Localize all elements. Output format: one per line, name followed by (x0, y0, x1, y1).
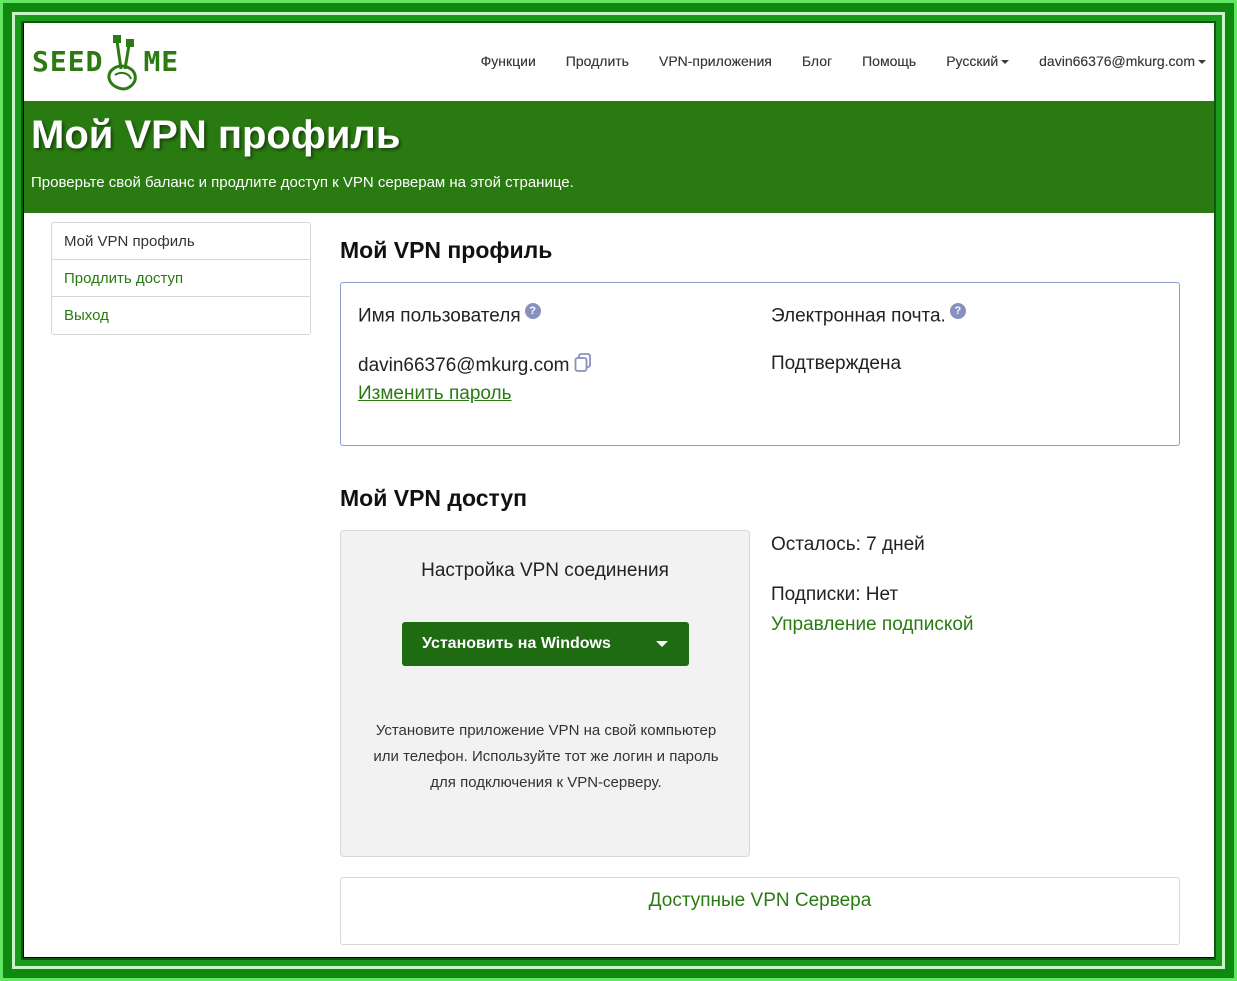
nav-item-features[interactable]: Функции (466, 53, 551, 69)
email-label-row: Электронная почта.? (771, 303, 966, 327)
page: SEED ME Функции Продлить VPN-приложения … (24, 23, 1214, 957)
setup-title: Настройка VPN соединения (421, 560, 669, 581)
sidebar-item-profile[interactable]: Мой VPN профиль (52, 223, 310, 260)
help-icon[interactable]: ? (949, 303, 966, 319)
subscriptions-status: Подписки: Нет (771, 584, 899, 605)
username-value: davin66376@mkurg.com (358, 355, 570, 376)
account-label: davin66376@mkurg.com (1039, 53, 1195, 69)
change-password-link[interactable]: Изменить пароль (358, 383, 512, 405)
sidebar-item-logout[interactable]: Выход (52, 297, 310, 334)
page-title: Мой VPN профиль (31, 113, 401, 157)
profile-card: Имя пользователя? Электронная почта.? da… (340, 282, 1180, 446)
copy-icon[interactable] (574, 353, 592, 373)
username-label-row: Имя пользователя? (358, 303, 541, 327)
email-label: Электронная почта. (771, 305, 946, 327)
account-dropdown[interactable]: davin66376@mkurg.com (1024, 53, 1206, 69)
install-button-label: Установить на Windows (422, 635, 611, 652)
servers-card: Доступные VPN Сервера (340, 877, 1180, 945)
username-value-row: davin66376@mkurg.com (358, 353, 592, 377)
nav-item-blog[interactable]: Блог (787, 53, 847, 69)
nav-item-renew[interactable]: Продлить (551, 53, 644, 69)
email-status: Подтверждена (771, 353, 902, 374)
page-header-banner: Мой VPN профиль Проверьте свой баланс и … (24, 101, 1214, 213)
logo-text-right: ME (143, 44, 180, 78)
sidebar-item-renew-access[interactable]: Продлить доступ (52, 260, 310, 297)
page-subtitle: Проверьте свой баланс и продлите доступ … (31, 174, 574, 191)
logo[interactable]: SEED ME (32, 29, 192, 93)
sidebar-menu: Мой VPN профиль Продлить доступ Выход (51, 222, 311, 335)
vpn-setup-card: Настройка VPN соединения Установить на W… (340, 530, 750, 857)
logo-text-left: SEED (32, 44, 104, 78)
navbar: SEED ME Функции Продлить VPN-приложения … (24, 23, 1214, 101)
language-dropdown[interactable]: Русский (931, 53, 1024, 69)
seedling-logo-icon (107, 35, 138, 91)
profile-heading: Мой VPN профиль (340, 237, 553, 263)
nav-item-vpn-apps[interactable]: VPN-приложения (644, 53, 787, 69)
caret-down-icon[interactable] (656, 641, 668, 647)
available-servers-link[interactable]: Доступные VPN Сервера (649, 890, 872, 911)
manage-subscription-link[interactable]: Управление подпиской (771, 614, 974, 636)
setup-description: Установите приложение VPN на свой компью… (373, 722, 719, 791)
nav-item-help[interactable]: Помощь (847, 53, 931, 69)
top-nav: Функции Продлить VPN-приложения Блог Пом… (466, 53, 1206, 69)
days-remaining: Осталось: 7 дней (771, 534, 925, 555)
username-label: Имя пользователя (358, 305, 521, 327)
install-windows-button[interactable]: Установить на Windows (402, 622, 689, 666)
access-heading: Мой VPN доступ (340, 485, 528, 511)
help-icon[interactable]: ? (524, 303, 541, 319)
language-label: Русский (946, 53, 999, 69)
caret-down-icon (1001, 60, 1010, 65)
caret-down-icon (1198, 60, 1206, 65)
